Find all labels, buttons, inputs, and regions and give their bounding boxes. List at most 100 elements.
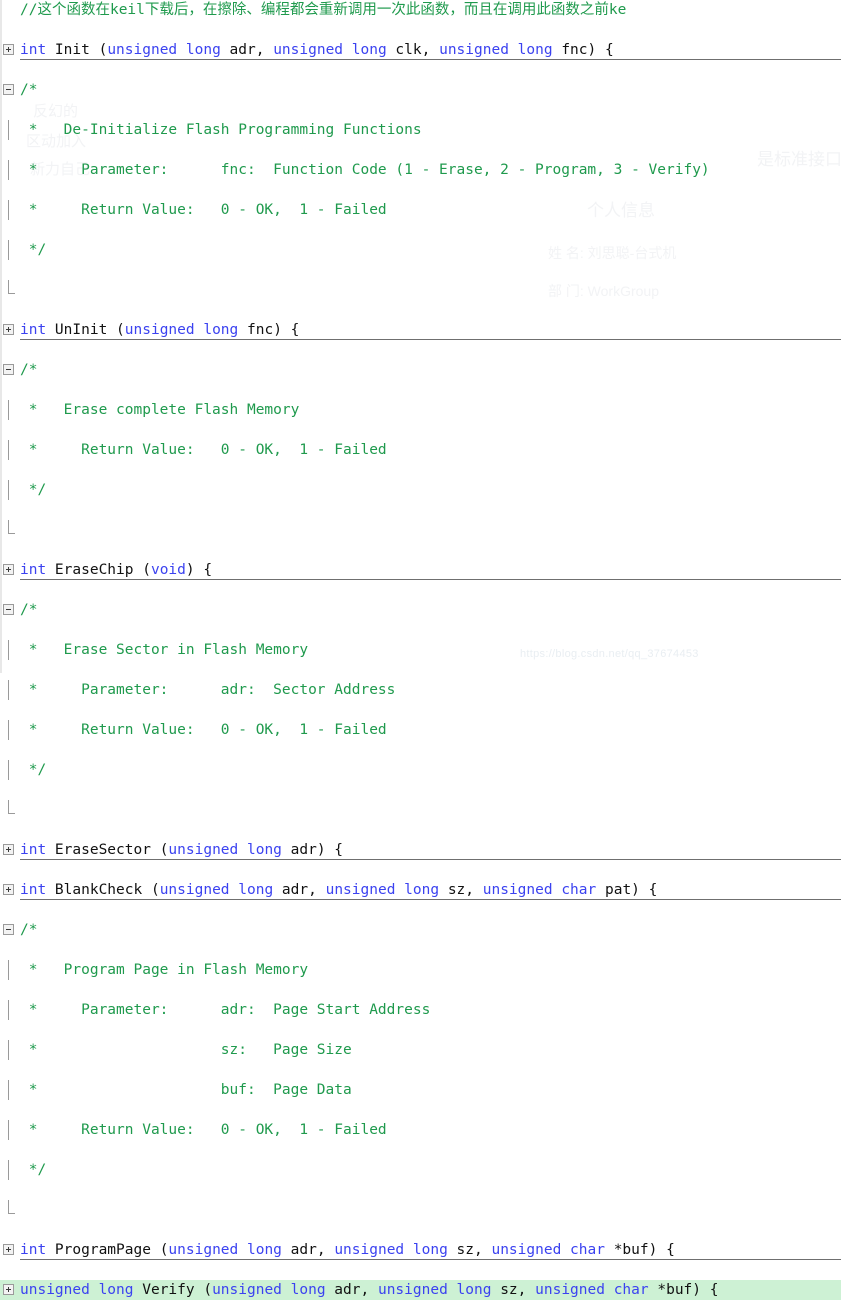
code-line[interactable]: * Parameter: adr: Sector Address bbox=[0, 680, 841, 700]
code-line[interactable]: int Init (unsigned long adr, unsigned lo… bbox=[0, 40, 841, 60]
code-line[interactable] bbox=[0, 280, 841, 300]
code-token: * Erase Sector in Flash Memory bbox=[20, 642, 309, 658]
code-token: unsigned long bbox=[273, 42, 387, 58]
fold-bracket-line bbox=[8, 1160, 9, 1180]
code-line[interactable]: int BlankCheck (unsigned long adr, unsig… bbox=[0, 880, 841, 900]
code-line[interactable]: */ bbox=[0, 760, 841, 780]
fold-bracket-line bbox=[8, 760, 9, 780]
fold-bracket-line bbox=[8, 640, 9, 660]
code-line[interactable]: //这个函数在keil下载后，在擦除、编程都会重新调用一次此函数，而且在调用此函… bbox=[0, 0, 841, 20]
code-line[interactable]: * Parameter: adr: Page Start Address bbox=[0, 1000, 841, 1020]
fold-bracket-line bbox=[8, 400, 9, 420]
code-token: int bbox=[20, 1242, 47, 1258]
code-line[interactable]: /* bbox=[0, 920, 841, 940]
code-line[interactable]: int EraseSector (unsigned long adr) { bbox=[0, 840, 841, 860]
fold-gutter-cell bbox=[0, 240, 20, 260]
code-token: * Return Value: 0 - OK, 1 - Failed bbox=[20, 722, 387, 738]
fold-expand-icon[interactable] bbox=[0, 320, 20, 340]
code-line[interactable]: * Erase Sector in Flash Memory bbox=[0, 640, 841, 660]
code-line[interactable]: * Return Value: 0 - OK, 1 - Failed bbox=[0, 720, 841, 740]
watermark-url: https://blog.csdn.net/qq_37674453 bbox=[520, 648, 699, 660]
fold-expand-icon[interactable] bbox=[0, 40, 20, 60]
code-token: * De-Initialize Flash Programming Functi… bbox=[20, 122, 422, 138]
code-line[interactable]: int EraseChip (void) { bbox=[0, 560, 841, 580]
fold-collapse-icon[interactable] bbox=[0, 920, 20, 940]
code-line[interactable]: */ bbox=[0, 1160, 841, 1180]
fold-gutter-cell bbox=[0, 760, 20, 780]
fold-collapse-icon[interactable] bbox=[0, 80, 20, 100]
code-line[interactable]: */ bbox=[0, 240, 841, 260]
fold-gutter-cell bbox=[0, 1080, 20, 1100]
code-token: unsigned long bbox=[439, 42, 553, 58]
fold-bracket-line bbox=[8, 240, 9, 260]
code-line[interactable]: * Program Page in Flash Memory bbox=[0, 960, 841, 980]
code-token: pat) { bbox=[596, 882, 658, 898]
code-line[interactable] bbox=[0, 800, 841, 820]
code-text: */ bbox=[20, 760, 46, 780]
code-token: unsigned long bbox=[124, 322, 239, 338]
code-token: int bbox=[20, 562, 47, 578]
code-line[interactable]: int ProgramPage (unsigned long adr, unsi… bbox=[0, 1240, 841, 1260]
code-token: fnc) { bbox=[552, 42, 614, 58]
code-token: int bbox=[20, 842, 47, 858]
fold-collapse-icon[interactable] bbox=[0, 360, 20, 380]
code-line[interactable]: * Parameter: fnc: Function Code (1 - Era… bbox=[0, 160, 841, 180]
code-token: * Parameter: fnc: Function Code (1 - Era… bbox=[20, 162, 710, 178]
fold-expand-icon[interactable] bbox=[0, 560, 20, 580]
code-token: * Return Value: 0 - OK, 1 - Failed bbox=[20, 202, 387, 218]
code-text: //这个函数在keil下载后，在擦除、编程都会重新调用一次此函数，而且在调用此函… bbox=[20, 0, 626, 20]
code-token: * buf: Page Data bbox=[20, 1082, 352, 1098]
code-text: * Return Value: 0 - OK, 1 - Failed bbox=[20, 720, 387, 740]
fold-separator-line bbox=[20, 899, 841, 900]
fold-expand-icon[interactable] bbox=[0, 840, 20, 860]
code-line[interactable]: unsigned long Verify (unsigned long adr,… bbox=[0, 1280, 841, 1300]
code-token: UnInit ( bbox=[46, 322, 125, 338]
fold-separator-line bbox=[20, 59, 841, 60]
fold-collapse-icon[interactable] bbox=[0, 600, 20, 620]
code-token: unsigned long bbox=[325, 882, 440, 898]
code-token: Init ( bbox=[46, 42, 108, 58]
fold-separator-line bbox=[20, 1259, 841, 1260]
code-line[interactable]: * Erase complete Flash Memory bbox=[0, 400, 841, 420]
code-token: */ bbox=[20, 482, 47, 498]
code-line[interactable] bbox=[0, 520, 841, 540]
code-token: */ bbox=[20, 242, 47, 258]
code-token: unsigned char bbox=[535, 1282, 649, 1298]
fold-bracket-line bbox=[8, 480, 9, 500]
code-editor-surface[interactable]: //这个函数在keil下载后，在擦除、编程都会重新调用一次此函数，而且在调用此函… bbox=[0, 0, 841, 1300]
fold-expand-icon[interactable] bbox=[0, 880, 20, 900]
fold-gutter-cell bbox=[0, 720, 20, 740]
fold-expand-icon[interactable] bbox=[0, 1280, 20, 1300]
fold-gutter-cell bbox=[0, 280, 20, 300]
code-token: *buf) { bbox=[604, 1242, 675, 1258]
code-line[interactable]: * De-Initialize Flash Programming Functi… bbox=[0, 120, 841, 140]
fold-bracket-line bbox=[8, 960, 9, 980]
code-line[interactable]: /* bbox=[0, 360, 841, 380]
fold-gutter-cell bbox=[0, 1160, 20, 1180]
code-token: * Erase complete Flash Memory bbox=[20, 402, 300, 418]
code-line[interactable]: /* bbox=[0, 600, 841, 620]
code-line[interactable]: * buf: Page Data bbox=[0, 1080, 841, 1100]
code-line[interactable]: * Return Value: 0 - OK, 1 - Failed bbox=[0, 1120, 841, 1140]
code-text: int Init (unsigned long adr, unsigned lo… bbox=[20, 40, 614, 60]
fold-bracket-line bbox=[8, 680, 9, 700]
code-text: /* bbox=[20, 360, 37, 380]
code-token: unsigned long bbox=[168, 842, 282, 858]
code-line[interactable]: */ bbox=[0, 480, 841, 500]
fold-expand-icon[interactable] bbox=[0, 1240, 20, 1260]
code-line[interactable]: * Return Value: 0 - OK, 1 - Failed bbox=[0, 440, 841, 460]
code-line[interactable]: /* bbox=[0, 80, 841, 100]
fold-separator-line bbox=[20, 339, 841, 340]
code-token: fnc) { bbox=[238, 322, 300, 338]
fold-bracket-line bbox=[8, 160, 9, 180]
code-line[interactable]: int UnInit (unsigned long fnc) { bbox=[0, 320, 841, 340]
code-line[interactable] bbox=[0, 1200, 841, 1220]
code-line[interactable]: * Return Value: 0 - OK, 1 - Failed bbox=[0, 200, 841, 220]
fold-gutter-cell bbox=[0, 1200, 20, 1220]
code-token: */ bbox=[20, 762, 47, 778]
code-token: unsigned long bbox=[212, 1282, 326, 1298]
code-token: Verify ( bbox=[133, 1282, 213, 1298]
code-line[interactable]: * sz: Page Size bbox=[0, 1040, 841, 1060]
code-token: BlankCheck ( bbox=[46, 882, 160, 898]
code-text: * Program Page in Flash Memory bbox=[20, 960, 308, 980]
